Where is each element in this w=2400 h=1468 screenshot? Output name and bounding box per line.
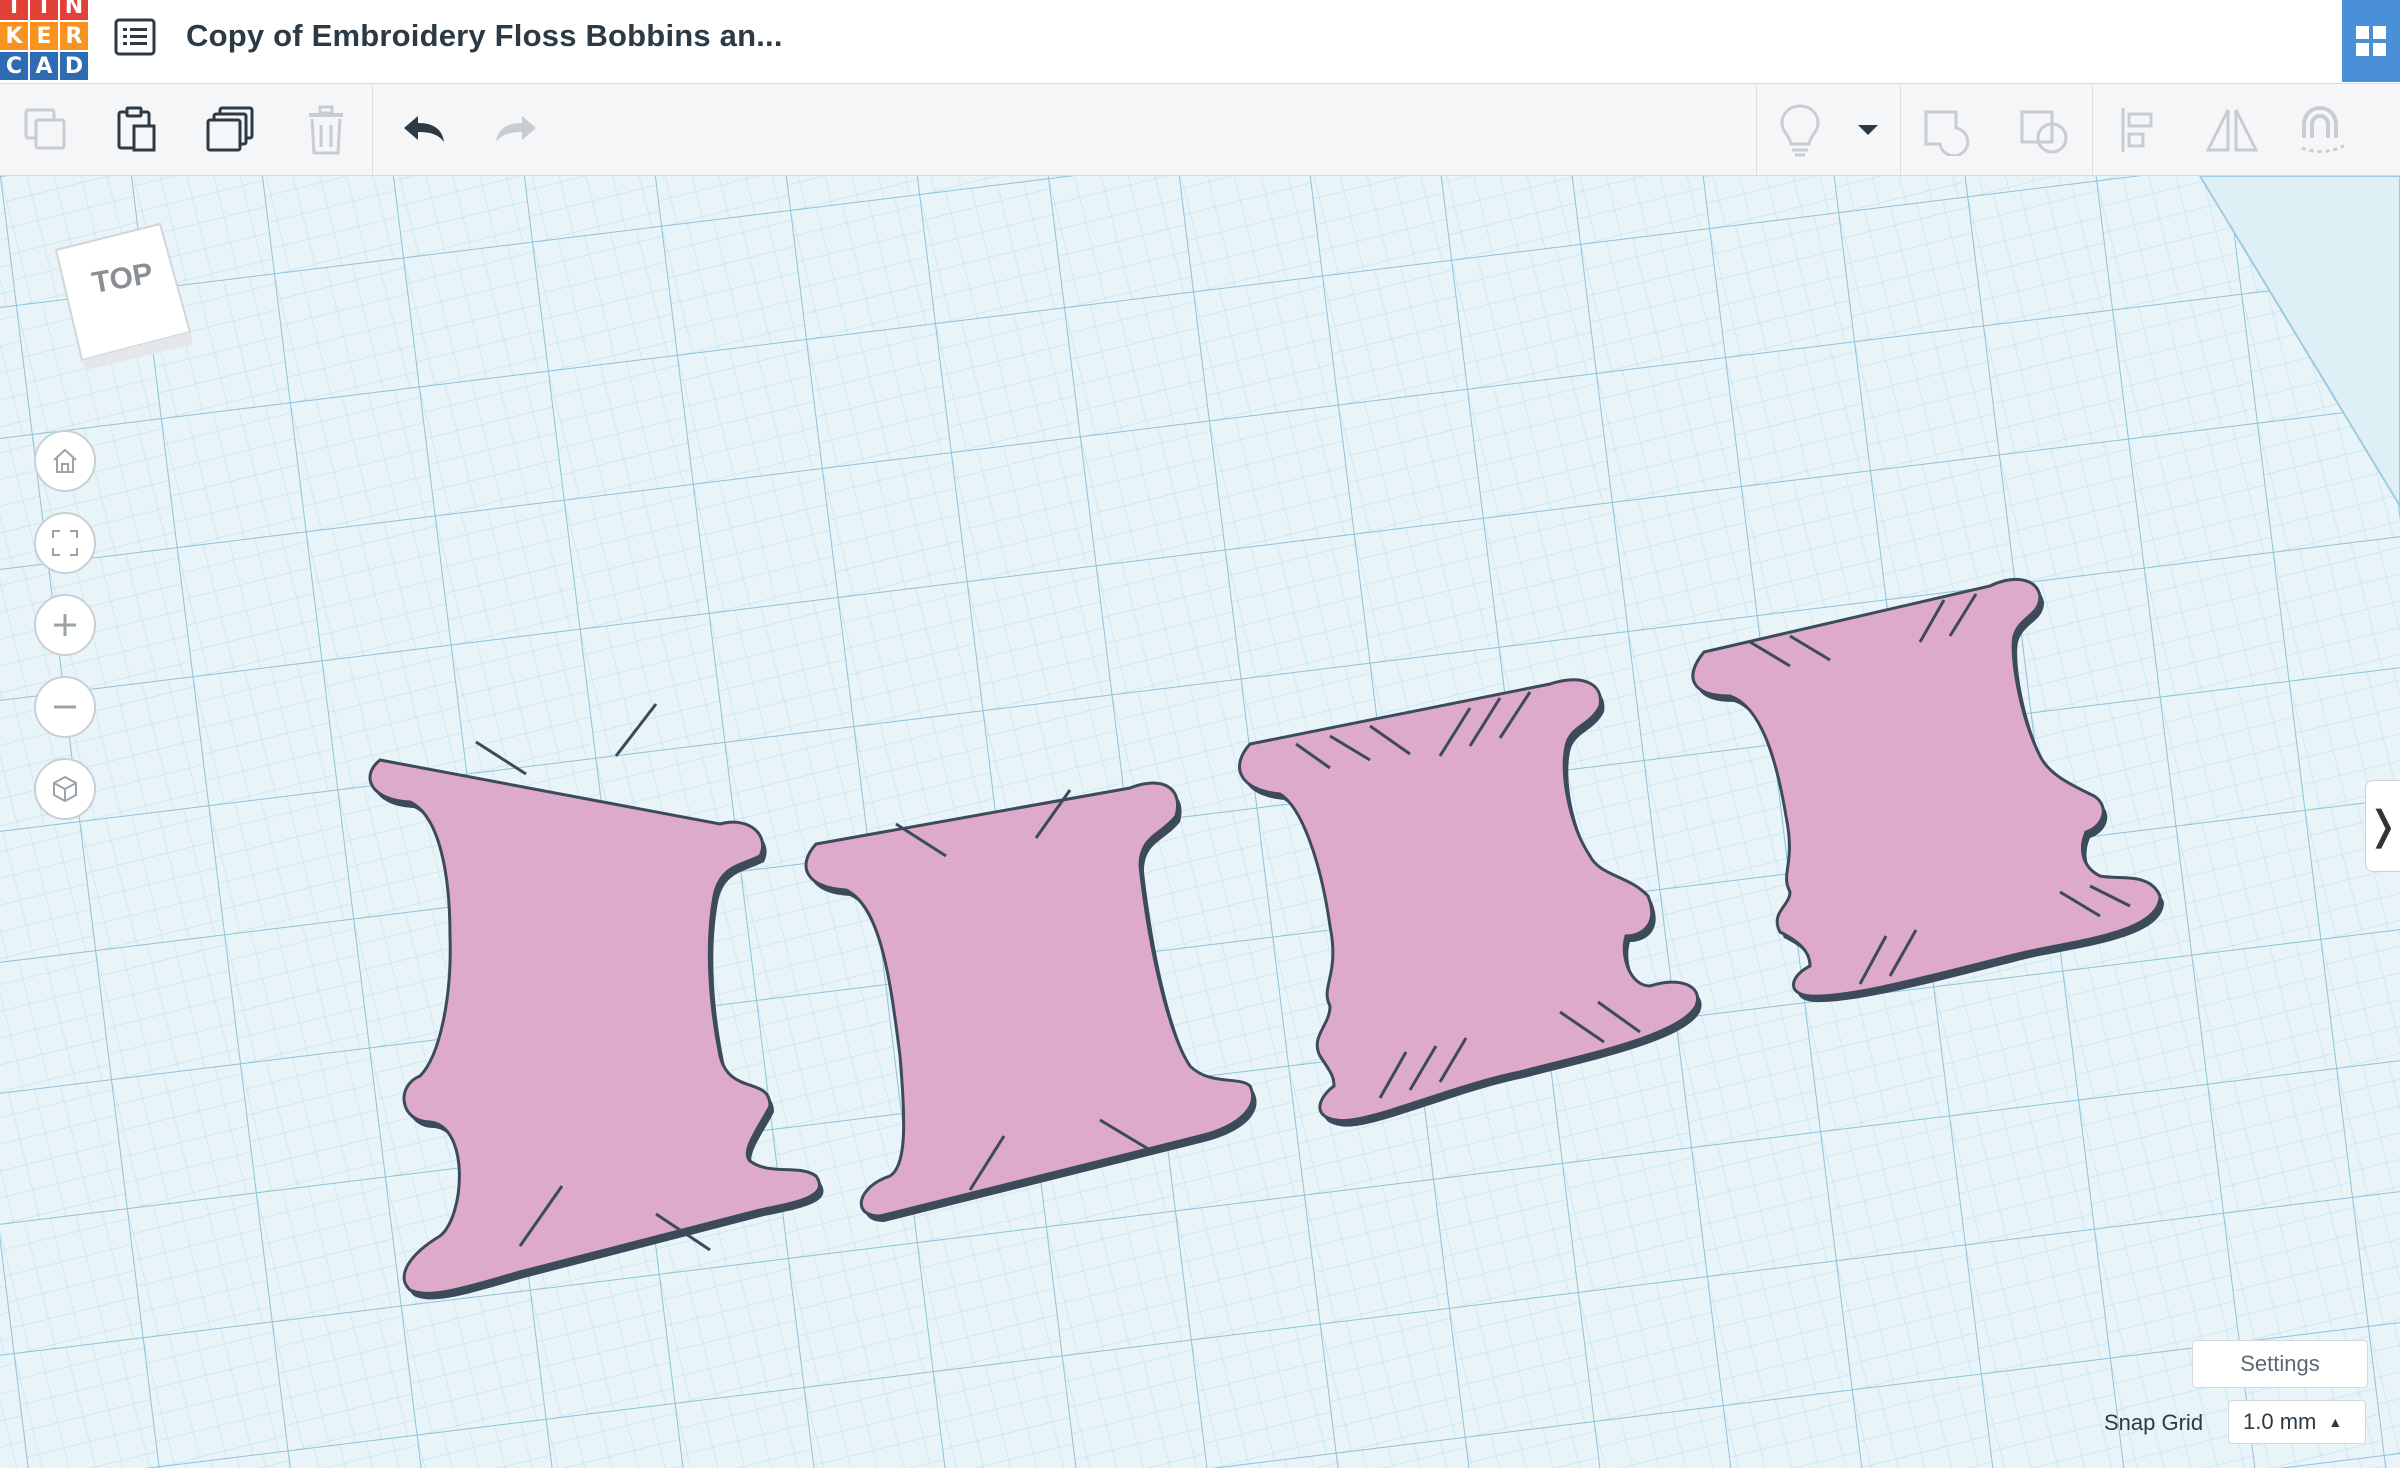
group-button[interactable] [1916, 98, 1980, 162]
notes-button[interactable] [1768, 98, 1832, 162]
snap-grid-value: 1.0 mm [2243, 1409, 2317, 1434]
logo-letter: E [30, 22, 58, 50]
caret-down-icon [1858, 125, 1878, 135]
apps-button[interactable] [2342, 0, 2400, 82]
magnet-icon [2301, 106, 2345, 153]
workplane[interactable] [0, 176, 2400, 1468]
shape-layer [368, 577, 2164, 1300]
copy-button[interactable] [14, 98, 78, 162]
cube-icon [53, 775, 77, 803]
redo-button[interactable] [484, 98, 548, 162]
design-title[interactable]: Copy of Embroidery Floss Bobbins an... [186, 18, 783, 54]
grid-apps-icon [2356, 26, 2386, 56]
ortho-view-button[interactable] [34, 758, 96, 820]
zoom-out-button[interactable] [34, 676, 96, 738]
trash-icon [309, 105, 343, 155]
snap-grid-label: Snap Grid [2104, 1410, 2204, 1435]
logo-letter: R [60, 22, 88, 50]
tinkercad-logo[interactable]: T I N K E R C A D [0, 0, 88, 80]
list-icon [114, 18, 156, 56]
logo-letter: N [60, 0, 88, 20]
minus-icon [54, 705, 76, 709]
ungroup-icon [2020, 110, 2068, 154]
toolbar [0, 84, 2400, 176]
bobbin-shape-4[interactable] [1691, 577, 2164, 1003]
fit-view-button[interactable] [34, 512, 96, 574]
group-icon [1924, 110, 1970, 156]
side-panel-toggle[interactable]: ❭ [2365, 780, 2400, 872]
cruise-button[interactable] [2290, 98, 2354, 162]
plus-icon [54, 614, 76, 636]
logo-letter: A [30, 52, 58, 80]
toolbar-separator [1900, 84, 1901, 176]
toolbar-separator [372, 84, 373, 176]
logo-letter: I [30, 0, 58, 20]
lightbulb-icon [1780, 104, 1820, 157]
caret-up-icon: ▲ [2328, 1414, 2343, 1430]
design-menu-button[interactable] [112, 14, 158, 60]
duplicate-icon [206, 106, 254, 152]
toolbar-separator [2092, 84, 2093, 176]
align-button[interactable] [2108, 98, 2172, 162]
clipboard-icon [117, 106, 156, 152]
toolbar-separator [1756, 84, 1757, 176]
bobbin-shape-3[interactable] [1238, 678, 1702, 1127]
zoom-in-button[interactable] [34, 594, 96, 656]
fit-view-icon [52, 530, 78, 556]
bobbin-shape-1[interactable] [368, 703, 824, 1300]
logo-letter: D [60, 52, 88, 80]
paste-button[interactable] [104, 98, 168, 162]
align-icon [2121, 108, 2153, 152]
mirror-icon [2205, 109, 2259, 152]
logo-letter: C [0, 52, 28, 80]
ungroup-button[interactable] [2012, 98, 2076, 162]
bobbin-shape-2[interactable] [804, 781, 1257, 1222]
logo-letter: K [0, 22, 28, 50]
settings-button[interactable]: Settings [2192, 1340, 2368, 1388]
redo-icon [496, 116, 536, 142]
delete-button[interactable] [294, 98, 358, 162]
undo-icon [404, 116, 444, 142]
notes-dropdown-button[interactable] [1836, 98, 1900, 162]
logo-letter: T [0, 0, 28, 20]
home-view-button[interactable] [34, 430, 96, 492]
header-bar: T I N K E R C A D Copy of Embroidery Flo… [0, 0, 2400, 84]
snap-grid-select[interactable]: 1.0 mm ▲ [2228, 1400, 2366, 1444]
copy-icon [24, 108, 66, 150]
undo-button[interactable] [392, 98, 456, 162]
home-icon [53, 448, 77, 473]
mirror-button[interactable] [2200, 98, 2264, 162]
duplicate-button[interactable] [198, 98, 262, 162]
